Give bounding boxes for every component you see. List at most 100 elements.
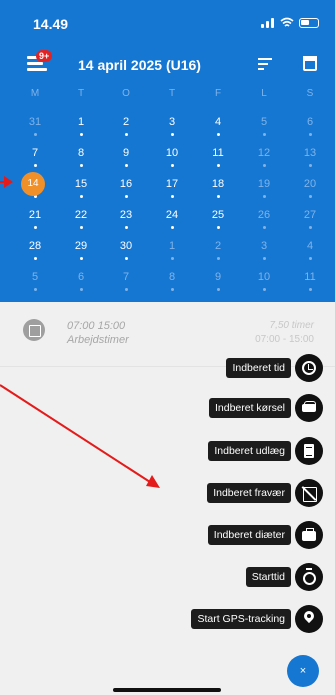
clock-icon[interactable] [295,354,323,382]
calendar-week-row: 5 6 7 8 9 10 11 [0,270,335,300]
calendar-day[interactable]: 8 [157,270,187,291]
calendar-day-number: 28 [28,240,42,252]
selected-day[interactable]: 14 [21,172,45,196]
calendar-day[interactable]: 9 [111,146,141,167]
calendar-day-dot [33,288,37,291]
calendar-day[interactable]: 19 [249,177,279,198]
calendar-day-dot [124,133,128,136]
calendar-day[interactable]: 17 [157,177,187,198]
calendar-day-number: 24 [165,209,179,221]
calendar-day-number: 19 [257,178,271,190]
action-label[interactable]: Indberet udlæg [208,441,291,461]
car-icon[interactable] [295,394,323,422]
sort-icon[interactable] [258,57,272,71]
calendar-icon[interactable] [303,56,317,71]
calendar-day-number: 18 [211,178,225,190]
calendar-day-number: 3 [260,240,268,252]
calendar-day[interactable]: 9 [203,270,233,291]
calendar-day[interactable]: 2 [203,239,233,260]
calendar-day-number: 29 [74,240,88,252]
action-label[interactable]: Indberet tid [226,358,291,378]
calendar-day[interactable]: 27 [295,208,325,229]
calendar-day[interactable]: 5 [249,115,279,136]
calendar-day[interactable]: 18 [203,177,233,198]
calendar-day[interactable]: 28 [20,239,50,260]
action-label[interactable]: Indberet diæter [207,525,291,545]
absence-icon[interactable] [295,479,323,507]
calendar-day[interactable]: 22 [66,208,96,229]
weekday-label: T [168,88,176,99]
action-report-mileage[interactable]: Indberet kørsel [208,394,323,422]
calendar-day[interactable]: 26 [249,208,279,229]
calendar-day-number: 12 [257,147,271,159]
calendar-day[interactable]: 29 [66,239,96,260]
calendar-day[interactable]: 4 [203,115,233,136]
action-start-time[interactable]: Starttid [245,563,323,591]
calendar-day-dot [262,226,266,229]
calendar-day-number: 5 [260,116,268,128]
calendar-day-number: 2 [214,240,222,252]
calendar-day-number: 7 [31,147,39,159]
calendar-day-dot [262,288,266,291]
calendar-day-number: 4 [214,116,222,128]
calendar-day-dot [262,133,266,136]
timer-icon[interactable] [295,563,323,591]
calendar-day[interactable]: 3 [249,239,279,260]
calendar-day[interactable]: 1 [157,239,187,260]
action-label[interactable]: Indberet kørsel [208,398,291,418]
calendar-day[interactable]: 3 [157,115,187,136]
page-title[interactable]: 14 april 2025 (U16) [78,57,201,73]
location-pin-icon[interactable] [295,605,323,633]
calendar-day[interactable]: 6 [295,115,325,136]
calendar-day-dot [308,195,312,198]
status-icons [261,17,319,28]
calendar-day[interactable]: 8 [66,146,96,167]
calendar-day[interactable]: 1 [66,115,96,136]
calendar-day[interactable]: 11 [203,146,233,167]
calendar-day[interactable]: 10 [157,146,187,167]
close-fab-button[interactable]: × [287,655,319,687]
calendar-day[interactable]: 25 [203,208,233,229]
calendar-day[interactable]: 10 [249,270,279,291]
action-report-allowance[interactable]: Indberet diæter [207,521,323,549]
calendar-day-dot [170,133,174,136]
calendar-day[interactable]: 4 [295,239,325,260]
calendar-day[interactable]: 30 [111,239,141,260]
calendar-day[interactable]: 21 [20,208,50,229]
calendar-day[interactable]: 24 [157,208,187,229]
calendar-day[interactable]: 7 [20,146,50,167]
calendar-day[interactable]: 12 [249,146,279,167]
calendar-day[interactable]: 5 [20,270,50,291]
calendar-day[interactable]: 15 [66,177,96,198]
action-start-gps[interactable]: Start GPS-tracking [191,605,323,633]
calendar-day-number: 8 [77,147,85,159]
action-label[interactable]: Start GPS-tracking [191,609,291,629]
action-report-time[interactable]: Indberet tid [226,354,323,382]
action-report-absence[interactable]: Indberet fravær [207,479,323,507]
calendar-day[interactable]: 16 [111,177,141,198]
calendar-day-number: 30 [119,240,133,252]
weekday-label: S [306,88,314,99]
calendar-day[interactable]: 7 [111,270,141,291]
calendar-day-number: 1 [168,240,176,252]
calendar-day[interactable]: 20 [295,177,325,198]
calendar-day-number: 21 [28,209,42,221]
calendar-day[interactable]: 2 [111,115,141,136]
status-bar: 14.49 [0,0,335,40]
briefcase-icon[interactable] [295,521,323,549]
calendar-day-dot [308,257,312,260]
calendar-day[interactable]: 6 [66,270,96,291]
calendar-day-number: 10 [257,271,271,283]
calendar-day[interactable]: 13 [295,146,325,167]
calendar-day-dot [216,164,220,167]
weekday-header: M T O T F L S [0,88,335,102]
action-label[interactable]: Starttid [245,567,291,587]
calendar-day-dot [124,195,128,198]
calendar-day[interactable]: 11 [295,270,325,291]
receipt-icon[interactable] [295,437,323,465]
calendar-day[interactable]: 23 [111,208,141,229]
calendar-day-dot [170,257,174,260]
action-label[interactable]: Indberet fravær [207,483,291,503]
action-report-expense[interactable]: Indberet udlæg [208,437,323,465]
calendar-day[interactable]: 31 [20,115,50,136]
